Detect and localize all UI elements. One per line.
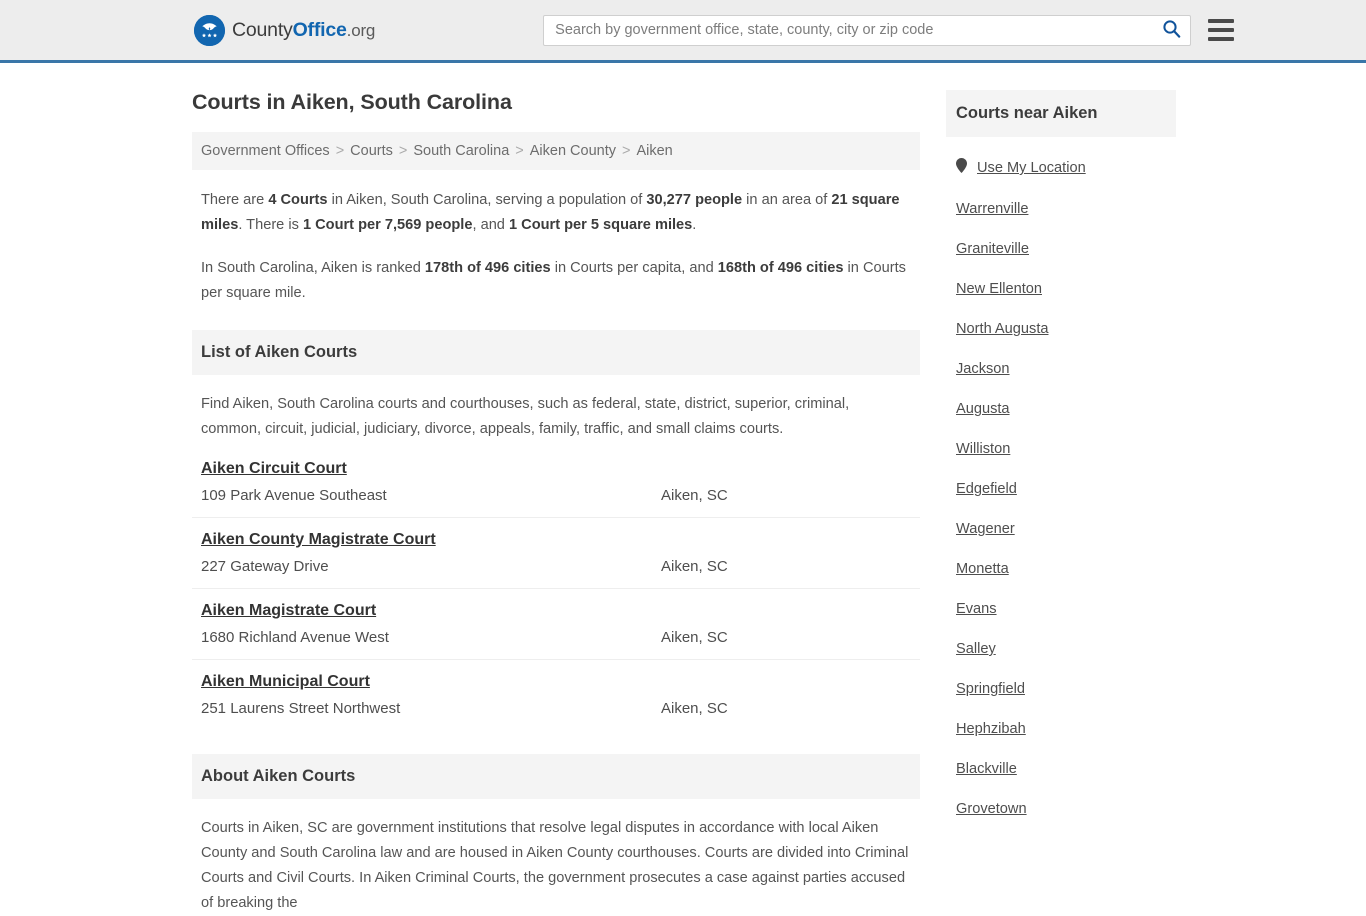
- site-logo-text: CountyOffice.org: [232, 19, 375, 42]
- sidebar-item-monetta[interactable]: Monetta: [956, 560, 1166, 578]
- sidebar-link[interactable]: Wagener: [956, 521, 1015, 537]
- logo-text-org: .org: [346, 20, 376, 40]
- court-list-item: Aiken Circuit Court 109 Park Avenue Sout…: [192, 460, 920, 518]
- sidebar-item-edgefield[interactable]: Edgefield: [956, 480, 1166, 498]
- sidebar-item-new-ellenton[interactable]: New Ellenton: [956, 280, 1166, 298]
- court-detail-row: 1680 Richland Avenue West Aiken, SC: [201, 629, 911, 646]
- about-section-header: About Aiken Courts: [192, 754, 920, 799]
- breadcrumb-item-south-carolina[interactable]: South Carolina: [413, 143, 509, 159]
- breadcrumb-item-aiken-county[interactable]: Aiken County: [530, 143, 616, 159]
- court-list: Aiken Circuit Court 109 Park Avenue Sout…: [192, 460, 920, 730]
- sidebar-item-jackson[interactable]: Jackson: [956, 360, 1166, 378]
- court-list-item: Aiken Magistrate Court 1680 Richland Ave…: [192, 602, 920, 660]
- use-my-location-label[interactable]: Use My Location: [977, 160, 1086, 176]
- breadcrumb-separator: >: [621, 143, 631, 159]
- sidebar-link[interactable]: Hephzibah: [956, 721, 1026, 737]
- sidebar-item-graniteville[interactable]: Graniteville: [956, 240, 1166, 258]
- breadcrumb-separator: >: [398, 143, 408, 159]
- sidebar-item-grovetown[interactable]: Grovetown: [956, 800, 1166, 818]
- breadcrumb-item-aiken[interactable]: Aiken: [636, 143, 672, 159]
- search-submit-button[interactable]: [1155, 15, 1187, 46]
- sidebar-link[interactable]: Augusta: [956, 401, 1010, 417]
- sidebar-link[interactable]: Salley: [956, 641, 996, 657]
- court-city-state: Aiken, SC: [661, 558, 728, 575]
- sidebar-link[interactable]: New Ellenton: [956, 281, 1042, 297]
- sidebar-item-springfield[interactable]: Springfield: [956, 680, 1166, 698]
- sidebar-item-warrenville[interactable]: Warrenville: [956, 200, 1166, 218]
- court-name-link[interactable]: Aiken County Magistrate Court: [201, 531, 436, 549]
- court-name-link[interactable]: Aiken Magistrate Court: [201, 602, 376, 620]
- sidebar-item-hephzibah[interactable]: Hephzibah: [956, 720, 1166, 738]
- court-address: 1680 Richland Avenue West: [201, 629, 389, 646]
- sidebar-item-north-augusta[interactable]: North Augusta: [956, 320, 1166, 338]
- breadcrumb: Government Offices > Courts > South Caro…: [192, 132, 920, 170]
- court-address: 251 Laurens Street Northwest: [201, 700, 401, 717]
- sidebar-nearby-list: Use My Location Warrenville Graniteville…: [946, 158, 1176, 818]
- court-address: 109 Park Avenue Southeast: [201, 487, 387, 504]
- main-content: Courts in Aiken, South Carolina Governme…: [192, 63, 920, 916]
- court-detail-row: 109 Park Avenue Southeast Aiken, SC: [201, 487, 911, 504]
- court-address: 227 Gateway Drive: [201, 558, 329, 575]
- list-section-intro: Find Aiken, South Carolina courts and co…: [201, 396, 850, 437]
- logo-text-county: County: [232, 18, 293, 41]
- sidebar-link[interactable]: Williston: [956, 441, 1010, 457]
- list-section-heading: List of Aiken Courts: [201, 343, 358, 361]
- court-name-link[interactable]: Aiken Circuit Court: [201, 460, 347, 478]
- sidebar-item-williston[interactable]: Williston: [956, 440, 1166, 458]
- sidebar-link[interactable]: Springfield: [956, 681, 1025, 697]
- breadcrumb-separator: >: [515, 143, 524, 159]
- page-title: Courts in Aiken, South Carolina: [192, 90, 512, 114]
- sidebar-item-wagener[interactable]: Wagener: [956, 520, 1166, 538]
- sidebar-link[interactable]: Blackville: [956, 761, 1017, 777]
- hamburger-menu-icon-bar-3: [1208, 37, 1235, 41]
- sidebar-item-salley[interactable]: Salley: [956, 640, 1166, 658]
- sidebar-link[interactable]: Edgefield: [956, 481, 1017, 497]
- sidebar-link[interactable]: Monetta: [956, 561, 1009, 577]
- sidebar-link[interactable]: Evans: [956, 601, 997, 617]
- sidebar-heading: Courts near Aiken: [956, 104, 1098, 122]
- statistics-section: There are 4 Courts in Aiken, South Carol…: [192, 188, 920, 306]
- court-city-state: Aiken, SC: [661, 487, 728, 504]
- court-detail-row: 227 Gateway Drive Aiken, SC: [201, 558, 911, 575]
- breadcrumb-separator: >: [335, 143, 345, 159]
- court-detail-row: 251 Laurens Street Northwest Aiken, SC: [201, 700, 911, 717]
- court-list-item: Aiken County Magistrate Court 227 Gatewa…: [192, 531, 920, 589]
- hamburger-menu-button[interactable]: [1208, 17, 1235, 43]
- breadcrumb-item-courts[interactable]: Courts: [350, 143, 393, 159]
- statistics-paragraph-2: In South Carolina, Aiken is ranked 178th…: [201, 260, 906, 301]
- search-input[interactable]: [543, 14, 1192, 46]
- logo-text-office: Office: [292, 18, 347, 41]
- statistics-paragraph-1: There are 4 Courts in Aiken, South Carol…: [201, 192, 900, 233]
- list-section-header: List of Aiken Courts: [192, 330, 920, 375]
- sidebar-link[interactable]: Graniteville: [956, 241, 1029, 257]
- search-bar: [543, 14, 1192, 46]
- sidebar-item-evans[interactable]: Evans: [956, 600, 1166, 618]
- sidebar-item-use-my-location[interactable]: Use My Location: [956, 158, 1166, 178]
- sidebar: Courts near Aiken Use My Location Warren…: [946, 63, 1176, 818]
- sidebar-item-blackville[interactable]: Blackville: [956, 760, 1166, 778]
- about-section-heading: About Aiken Courts: [201, 767, 356, 785]
- site-header: CountyOffice.org: [0, 0, 1366, 63]
- search-icon: [1162, 19, 1181, 41]
- sidebar-link[interactable]: Warrenville: [956, 201, 1028, 217]
- sidebar-link[interactable]: Grovetown: [956, 801, 1027, 817]
- court-city-state: Aiken, SC: [661, 629, 728, 646]
- countyoffice-eagle-logo-icon: [194, 14, 225, 46]
- about-section-body: Courts in Aiken, SC are government insti…: [201, 820, 909, 911]
- sidebar-item-augusta[interactable]: Augusta: [956, 400, 1166, 418]
- hamburger-menu-icon-bar-1: [1208, 19, 1235, 23]
- site-logo-link[interactable]: CountyOffice.org: [194, 14, 375, 46]
- court-name-link[interactable]: Aiken Municipal Court: [201, 673, 370, 691]
- page-container: Courts in Aiken, South Carolina Governme…: [190, 63, 1176, 916]
- hamburger-menu-icon-bar-2: [1208, 28, 1235, 32]
- map-pin-icon: [956, 158, 967, 178]
- sidebar-header: Courts near Aiken: [946, 90, 1176, 137]
- court-city-state: Aiken, SC: [661, 700, 728, 717]
- breadcrumb-item-government-offices[interactable]: Government Offices: [201, 143, 330, 159]
- court-list-item: Aiken Municipal Court 251 Laurens Street…: [192, 673, 920, 730]
- sidebar-link[interactable]: Jackson: [956, 361, 1010, 377]
- sidebar-link[interactable]: North Augusta: [956, 321, 1049, 337]
